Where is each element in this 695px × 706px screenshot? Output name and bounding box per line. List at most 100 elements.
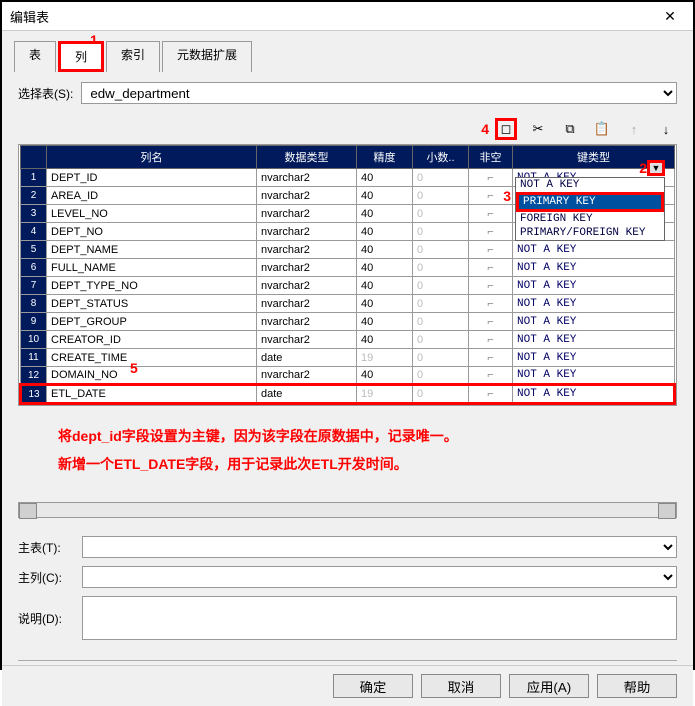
- cell-precision[interactable]: 40: [357, 187, 413, 205]
- cell-datatype[interactable]: nvarchar2: [257, 313, 357, 331]
- cell-precision[interactable]: 40: [357, 313, 413, 331]
- cell-precision[interactable]: 19: [357, 385, 413, 404]
- grid-header-prec[interactable]: 精度: [357, 146, 413, 169]
- cell-notnull[interactable]: ⌐: [469, 259, 513, 277]
- table-row[interactable]: 13ETL_DATEdate190⌐NOT A KEY: [21, 385, 675, 404]
- cell-keytype[interactable]: NOT A KEY: [513, 295, 675, 313]
- cell-datatype[interactable]: nvarchar2: [257, 259, 357, 277]
- tab-table[interactable]: 表: [14, 41, 56, 72]
- cell-scale[interactable]: 0: [413, 259, 469, 277]
- cell-keytype[interactable]: NOT A KEY: [513, 367, 675, 385]
- cell-colname[interactable]: ETL_DATE: [47, 385, 257, 404]
- cell-notnull[interactable]: ⌐: [469, 169, 513, 187]
- keytype-option-foreign[interactable]: FOREIGN KEY: [516, 212, 664, 226]
- cell-colname[interactable]: DEPT_ID: [47, 169, 257, 187]
- copy-button[interactable]: ⧉: [559, 118, 581, 140]
- cell-scale[interactable]: 0: [413, 313, 469, 331]
- apply-button[interactable]: 应用(A): [509, 674, 589, 698]
- cell-colname[interactable]: DEPT_GROUP: [47, 313, 257, 331]
- cell-scale[interactable]: 0: [413, 277, 469, 295]
- new-row-button[interactable]: ◻: [495, 118, 517, 140]
- cell-colname[interactable]: DEPT_TYPE_NO: [47, 277, 257, 295]
- cell-precision[interactable]: 40: [357, 367, 413, 385]
- table-row[interactable]: 11CREATE_TIMEdate190⌐NOT A KEY: [21, 349, 675, 367]
- select-table-dropdown[interactable]: edw_department: [81, 82, 677, 104]
- cell-scale[interactable]: 0: [413, 295, 469, 313]
- cell-precision[interactable]: 40: [357, 205, 413, 223]
- cell-keytype[interactable]: NOT A KEY: [513, 331, 675, 349]
- cell-keytype[interactable]: NOT A KEY: [513, 385, 675, 404]
- cell-datatype[interactable]: nvarchar2: [257, 367, 357, 385]
- cell-colname[interactable]: DEPT_STATUS: [47, 295, 257, 313]
- cell-precision[interactable]: 40: [357, 295, 413, 313]
- cell-precision[interactable]: 40: [357, 169, 413, 187]
- cell-datatype[interactable]: date: [257, 385, 357, 404]
- cell-scale[interactable]: 0: [413, 241, 469, 259]
- cancel-button[interactable]: 取消: [421, 674, 501, 698]
- cell-scale[interactable]: 0: [413, 367, 469, 385]
- ok-button[interactable]: 确定: [333, 674, 413, 698]
- cell-notnull[interactable]: ⌐: [469, 367, 513, 385]
- cell-scale[interactable]: 0: [413, 349, 469, 367]
- cell-datatype[interactable]: nvarchar2: [257, 223, 357, 241]
- cell-precision[interactable]: 40: [357, 259, 413, 277]
- grid-header-nn[interactable]: 非空: [469, 146, 513, 169]
- cell-colname[interactable]: AREA_ID: [47, 187, 257, 205]
- cell-colname[interactable]: DOMAIN_NO: [47, 367, 257, 385]
- cell-datatype[interactable]: date: [257, 349, 357, 367]
- cell-datatype[interactable]: nvarchar2: [257, 205, 357, 223]
- cut-button[interactable]: ✂: [527, 118, 549, 140]
- cell-notnull[interactable]: ⌐: [469, 349, 513, 367]
- cell-notnull[interactable]: ⌐: [469, 313, 513, 331]
- cell-notnull[interactable]: ⌐: [469, 331, 513, 349]
- cell-precision[interactable]: 19: [357, 349, 413, 367]
- cell-scale[interactable]: 0: [413, 169, 469, 187]
- paste-button[interactable]: 📋: [591, 118, 613, 140]
- table-row[interactable]: 10CREATOR_IDnvarchar2400⌐NOT A KEY: [21, 331, 675, 349]
- cell-keytype[interactable]: NOT A KEY: [513, 241, 675, 259]
- cell-scale[interactable]: 0: [413, 205, 469, 223]
- cell-notnull[interactable]: ⌐: [469, 205, 513, 223]
- cell-datatype[interactable]: nvarchar2: [257, 295, 357, 313]
- cell-notnull[interactable]: ⌐: [469, 241, 513, 259]
- close-button[interactable]: ✕: [655, 6, 685, 26]
- main-col-select[interactable]: [82, 566, 677, 588]
- table-row[interactable]: 8DEPT_STATUSnvarchar2400⌐NOT A KEY: [21, 295, 675, 313]
- table-row[interactable]: 5DEPT_NAMEnvarchar2400⌐NOT A KEY: [21, 241, 675, 259]
- cell-colname[interactable]: DEPT_NAME: [47, 241, 257, 259]
- horizontal-scrollbar[interactable]: [18, 502, 677, 518]
- cell-keytype[interactable]: NOT A KEY: [513, 313, 675, 331]
- grid-header-scale[interactable]: 小数..: [413, 146, 469, 169]
- cell-keytype[interactable]: NOT A KEY: [513, 349, 675, 367]
- cell-precision[interactable]: 40: [357, 277, 413, 295]
- cell-scale[interactable]: 0: [413, 223, 469, 241]
- cell-precision[interactable]: 40: [357, 331, 413, 349]
- cell-scale[interactable]: 0: [413, 331, 469, 349]
- cell-scale[interactable]: 0: [413, 385, 469, 404]
- keytype-option-notakey[interactable]: NOT A KEY: [516, 178, 664, 192]
- cell-colname[interactable]: DEPT_NO: [47, 223, 257, 241]
- grid-header-name[interactable]: 列名: [47, 146, 257, 169]
- cell-colname[interactable]: CREATOR_ID: [47, 331, 257, 349]
- cell-colname[interactable]: CREATE_TIME: [47, 349, 257, 367]
- cell-datatype[interactable]: nvarchar2: [257, 331, 357, 349]
- keytype-dropdown-button[interactable]: ▼: [647, 160, 665, 176]
- help-button[interactable]: 帮助: [597, 674, 677, 698]
- main-table-select[interactable]: [82, 536, 677, 558]
- grid-header-type[interactable]: 数据类型: [257, 146, 357, 169]
- move-up-button[interactable]: ↑: [623, 118, 645, 140]
- keytype-option-pkfk[interactable]: PRIMARY/FOREIGN KEY: [516, 226, 664, 240]
- desc-textarea[interactable]: [82, 596, 677, 640]
- tab-columns[interactable]: 列: [58, 41, 104, 72]
- table-row[interactable]: 7DEPT_TYPE_NOnvarchar2400⌐NOT A KEY: [21, 277, 675, 295]
- cell-notnull[interactable]: ⌐: [469, 295, 513, 313]
- cell-keytype[interactable]: NOT A KEY: [513, 277, 675, 295]
- move-down-button[interactable]: ↓: [655, 118, 677, 140]
- tab-meta-ext[interactable]: 元数据扩展: [162, 41, 252, 72]
- table-row[interactable]: 9DEPT_GROUPnvarchar2400⌐NOT A KEY: [21, 313, 675, 331]
- cell-notnull[interactable]: ⌐: [469, 277, 513, 295]
- cell-datatype[interactable]: nvarchar2: [257, 277, 357, 295]
- cell-notnull[interactable]: ⌐: [469, 385, 513, 404]
- cell-precision[interactable]: 40: [357, 223, 413, 241]
- tab-indexes[interactable]: 索引: [106, 41, 160, 72]
